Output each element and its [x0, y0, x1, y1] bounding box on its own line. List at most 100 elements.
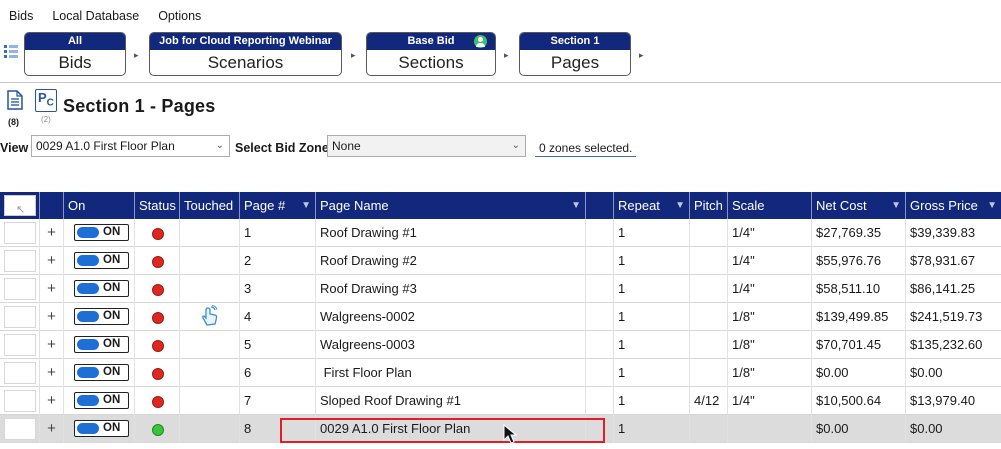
- toggle-label: ON: [103, 422, 121, 434]
- header-repeat-label: Repeat: [618, 198, 660, 213]
- row-select-box[interactable]: [4, 222, 36, 244]
- chevron-right-icon: ▸: [504, 50, 509, 60]
- breadcrumb-pages[interactable]: Section 1 Pages: [519, 32, 631, 76]
- cell-touched: [180, 359, 240, 387]
- row-select-box[interactable]: [4, 390, 36, 412]
- menu-bids[interactable]: Bids: [9, 6, 33, 26]
- header-status[interactable]: Status: [135, 192, 180, 219]
- grid-view-icon[interactable]: [4, 44, 18, 60]
- table-row[interactable]: + ON 6 First Floor Plan 1 1/8" $0.00 $0.00: [0, 359, 1001, 387]
- row-select-box[interactable]: [4, 250, 36, 272]
- divider: [0, 82, 1001, 83]
- cell-pitch: [690, 415, 728, 443]
- cell-page-name[interactable]: Roof Drawing #2: [316, 247, 586, 275]
- filter-icon[interactable]: ▼: [675, 192, 685, 219]
- menu-local-database[interactable]: Local Database: [52, 6, 139, 26]
- header-gross-price[interactable]: Gross Price ▼: [906, 192, 1001, 219]
- zones-selected-link[interactable]: 0 zones selected.: [535, 141, 637, 157]
- status-red-icon: [152, 256, 164, 268]
- header-scale[interactable]: Scale: [728, 192, 812, 219]
- on-toggle[interactable]: ON: [74, 252, 129, 269]
- on-toggle[interactable]: ON: [74, 364, 129, 381]
- row-select-box[interactable]: [4, 278, 36, 300]
- table-row[interactable]: + ON 2 Roof Drawing #2 1 1/4" $55,976.76 $78,93…: [0, 247, 1001, 275]
- table-row[interactable]: + ON 7 Sloped Roof Drawing #1 1 4/12 1/4" $10,5…: [0, 387, 1001, 415]
- status-green-icon: [152, 424, 164, 436]
- cell-gross-price: $78,931.67: [910, 253, 976, 268]
- on-toggle[interactable]: ON: [74, 420, 129, 437]
- chevron-right-icon: ▸: [639, 50, 644, 60]
- filter-icon[interactable]: ▼: [571, 192, 581, 219]
- header-page-name-label: Page Name: [320, 198, 389, 213]
- cell-page-name[interactable]: Walgreens-0002: [316, 303, 586, 331]
- cell-page-number: 1: [240, 219, 316, 247]
- breadcrumb-scenarios[interactable]: Job for Cloud Reporting Webinar Scenario…: [149, 32, 342, 76]
- on-toggle[interactable]: ON: [74, 280, 129, 297]
- filter-icon[interactable]: ▼: [987, 192, 997, 219]
- pc-icon-letter: P: [38, 90, 47, 105]
- row-select-box[interactable]: [4, 334, 36, 356]
- on-toggle[interactable]: ON: [74, 392, 129, 409]
- header-touched[interactable]: Touched: [180, 192, 240, 219]
- expand-plus-icon[interactable]: +: [40, 275, 64, 303]
- expand-plus-icon[interactable]: +: [40, 415, 64, 443]
- menu-options[interactable]: Options: [158, 6, 201, 26]
- header-expand: [40, 192, 64, 219]
- header-page-number-label: Page #: [244, 198, 286, 213]
- expand-plus-icon[interactable]: +: [40, 219, 64, 247]
- row-selector[interactable]: [0, 359, 40, 387]
- row-select-box[interactable]: [4, 418, 36, 440]
- on-toggle[interactable]: ON: [74, 336, 129, 353]
- row-select-box[interactable]: [4, 306, 36, 328]
- toggle-knob: [77, 311, 99, 322]
- view-select[interactable]: 0029 A1.0 First Floor Plan ⌄: [31, 135, 230, 157]
- row-selector[interactable]: [0, 387, 40, 415]
- table-row[interactable]: + ON 1 Roof Drawing #1 1 1/4" $27,769.35 $39,33…: [0, 219, 1001, 247]
- toggle-knob: [77, 367, 99, 378]
- row-selector[interactable]: [0, 219, 40, 247]
- bid-zone-select[interactable]: None ⌄: [327, 135, 526, 157]
- filter-icon[interactable]: ▼: [301, 192, 311, 219]
- table-row[interactable]: + ON 5 Walgreens-0003 1 1/8" $70,701.45 $135,23…: [0, 331, 1001, 359]
- header-net-cost[interactable]: Net Cost ▼: [812, 192, 906, 219]
- row-selector[interactable]: [0, 303, 40, 331]
- breadcrumb-bids[interactable]: All Bids: [24, 32, 126, 76]
- header-select-all[interactable]: [0, 192, 40, 224]
- cell-pitch: [690, 303, 728, 331]
- toggle-knob: [77, 395, 99, 406]
- expand-plus-icon[interactable]: +: [40, 387, 64, 415]
- table-row[interactable]: + ON 4 Walgreens-0002 1 1/8" $139,499.85 $241,5…: [0, 303, 1001, 331]
- expand-plus-icon[interactable]: +: [40, 331, 64, 359]
- document-icon[interactable]: [7, 90, 23, 110]
- cell-page-name[interactable]: Roof Drawing #3: [316, 275, 586, 303]
- page-count-icon[interactable]: PC: [35, 89, 57, 112]
- cell-page-name[interactable]: Walgreens-0003: [316, 331, 586, 359]
- header-on[interactable]: On: [64, 192, 135, 219]
- on-toggle[interactable]: ON: [74, 224, 129, 241]
- expand-plus-icon[interactable]: +: [40, 303, 64, 331]
- header-page-name[interactable]: Page Name ▼: [316, 192, 586, 219]
- table-row[interactable]: + ON 3 Roof Drawing #3 1 1/4" $58,511.10 $86,14…: [0, 275, 1001, 303]
- expand-plus-icon[interactable]: +: [40, 247, 64, 275]
- cell-net-cost: $27,769.35: [812, 219, 906, 247]
- row-selector[interactable]: [0, 331, 40, 359]
- row-selector[interactable]: [0, 415, 40, 443]
- cell-scale: 1/4": [728, 219, 812, 247]
- expand-plus-icon[interactable]: +: [40, 359, 64, 387]
- cell-repeat: 1: [614, 331, 690, 359]
- breadcrumb-bids-top: All: [25, 33, 125, 50]
- filter-icon[interactable]: ▼: [891, 192, 901, 219]
- header-repeat[interactable]: Repeat ▼: [614, 192, 690, 219]
- row-selector[interactable]: [0, 275, 40, 303]
- breadcrumb-sections[interactable]: Base Bid Sections: [366, 32, 496, 76]
- header-pitch-label: Pitch: [694, 198, 723, 213]
- cell-page-name[interactable]: First Floor Plan: [316, 359, 586, 387]
- cell-page-name[interactable]: Roof Drawing #1: [316, 219, 586, 247]
- cell-page-name[interactable]: Sloped Roof Drawing #1: [316, 387, 586, 415]
- row-select-box[interactable]: [4, 362, 36, 384]
- status-red-icon: [152, 340, 164, 352]
- header-page-number[interactable]: Page # ▼: [240, 192, 316, 219]
- on-toggle[interactable]: ON: [74, 308, 129, 325]
- row-selector[interactable]: [0, 247, 40, 275]
- header-pitch[interactable]: Pitch: [690, 192, 728, 219]
